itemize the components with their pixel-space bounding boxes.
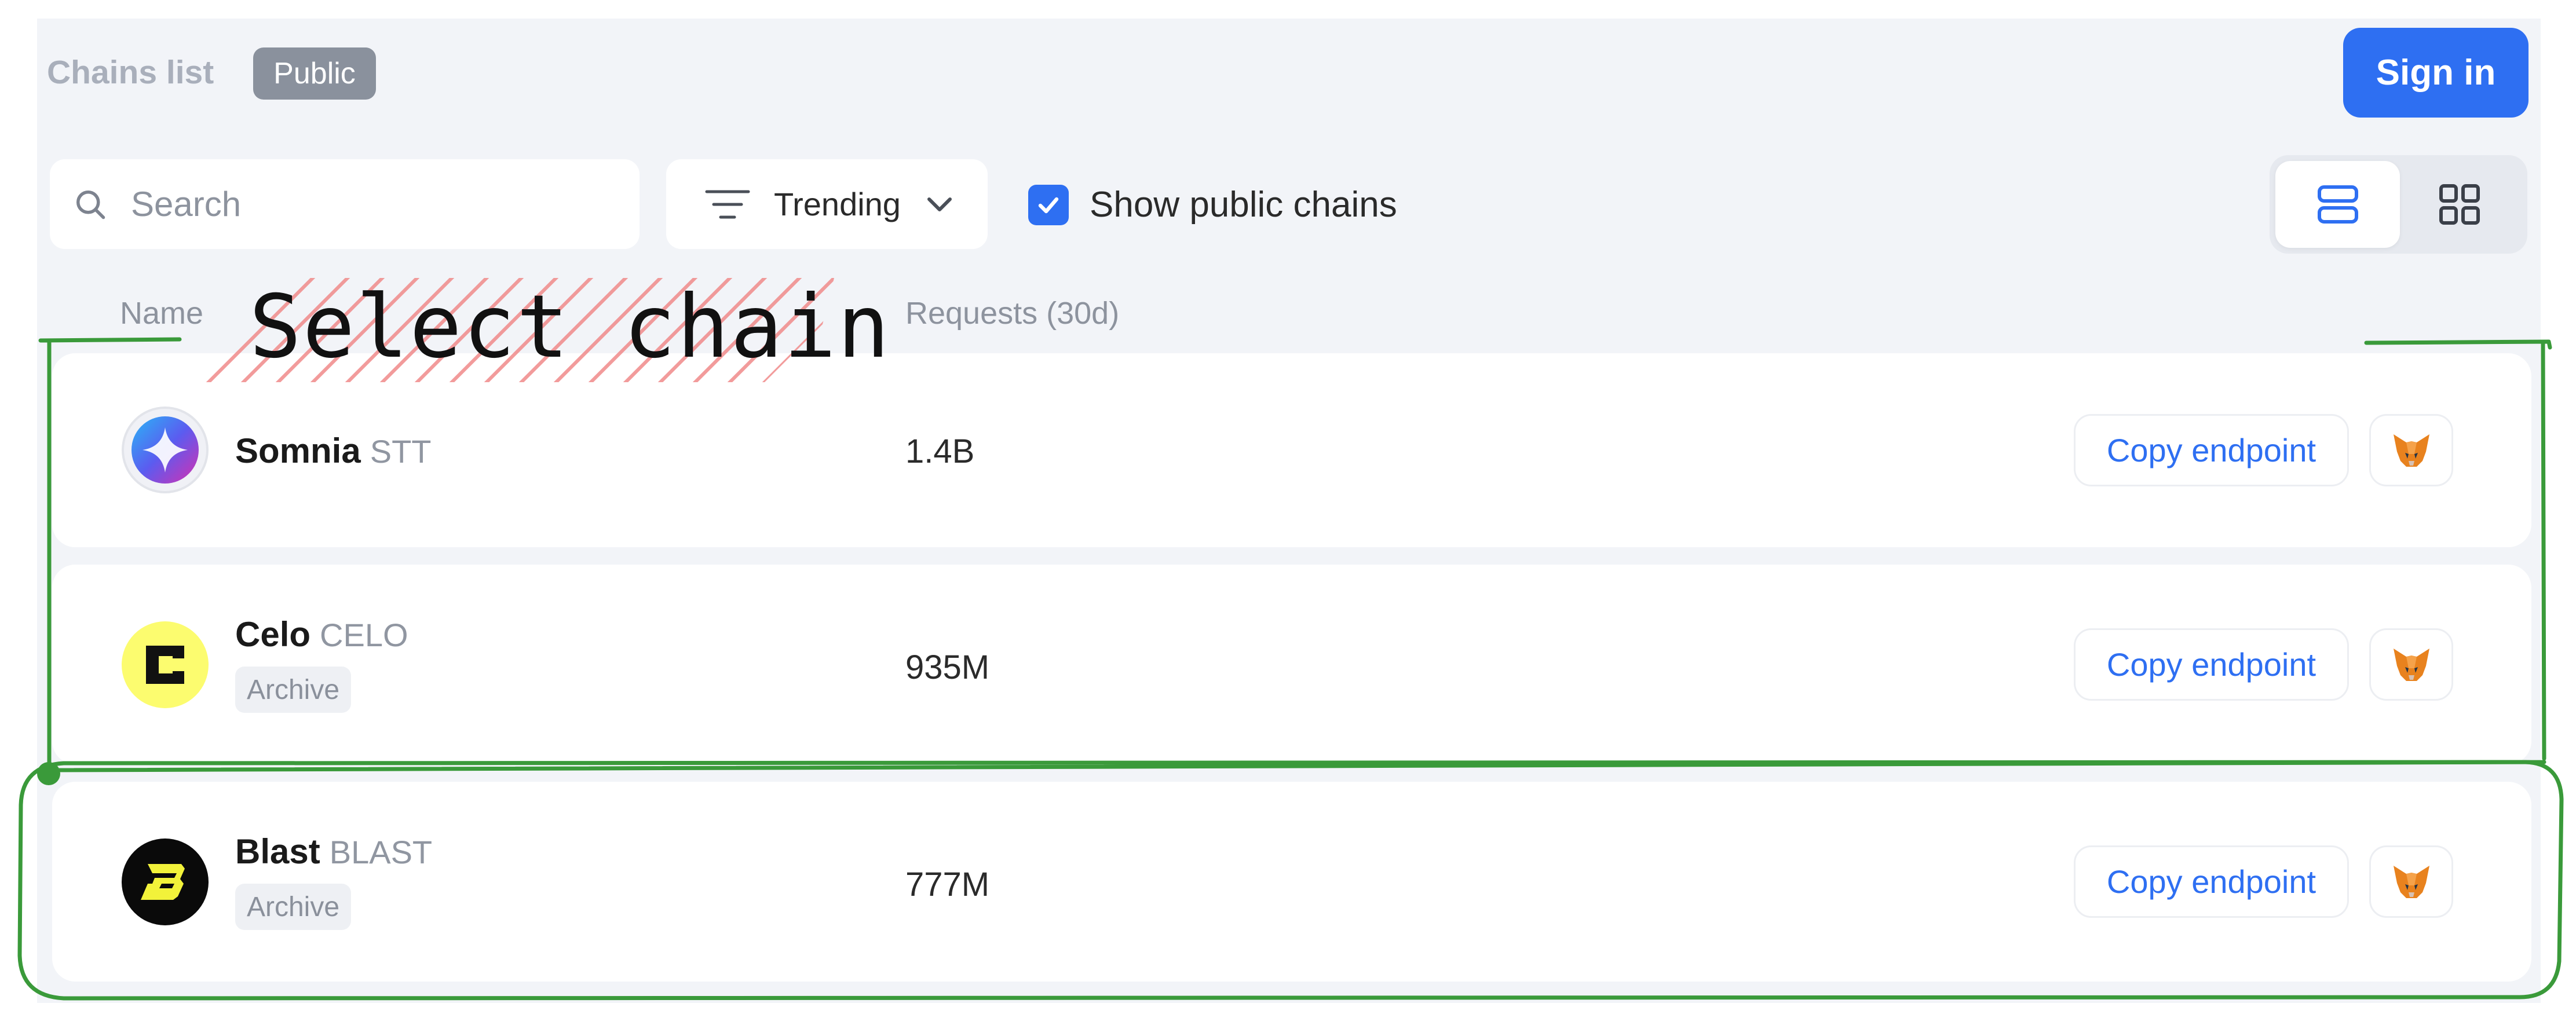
view-toggle bbox=[2270, 155, 2527, 254]
chain-name: Somnia STT bbox=[235, 431, 431, 471]
show-public-toggle[interactable]: Show public chains bbox=[1028, 184, 1397, 225]
check-icon bbox=[1038, 197, 1059, 213]
chain-symbol: STT bbox=[370, 433, 432, 470]
page-title: Chains list bbox=[47, 54, 214, 91]
archive-badge: Archive bbox=[235, 884, 351, 930]
grid-view-icon bbox=[2439, 184, 2480, 225]
metamask-fox-icon bbox=[2393, 865, 2429, 898]
chain-requests: 1.4B bbox=[905, 433, 975, 470]
chain-name: Celo CELO bbox=[235, 614, 408, 654]
list-view-icon bbox=[2317, 185, 2358, 224]
show-public-label: Show public chains bbox=[1090, 185, 1397, 225]
search-icon bbox=[76, 190, 105, 219]
chain-name: Blast BLAST bbox=[235, 832, 432, 871]
metamask-fox-icon bbox=[2393, 648, 2429, 681]
copy-endpoint-button[interactable]: Copy endpoint bbox=[2074, 845, 2349, 918]
list-view-button[interactable] bbox=[2275, 161, 2400, 248]
blast-logo-icon bbox=[122, 838, 209, 925]
filter-icon bbox=[705, 190, 750, 218]
annotation-label: Select chain bbox=[249, 277, 891, 378]
chain-name-text: Celo bbox=[235, 615, 311, 654]
chain-requests: 777M bbox=[905, 866, 990, 903]
sort-dropdown[interactable]: Trending bbox=[666, 159, 988, 249]
chain-requests: 935M bbox=[905, 649, 990, 686]
chain-name-text: Somnia bbox=[235, 431, 361, 470]
sign-in-button[interactable]: Sign in bbox=[2343, 28, 2529, 118]
chain-symbol: BLAST bbox=[329, 834, 433, 870]
grid-view-button[interactable] bbox=[2397, 161, 2522, 248]
add-to-metamask-button[interactable] bbox=[2369, 628, 2453, 701]
copy-endpoint-button[interactable]: Copy endpoint bbox=[2074, 628, 2349, 701]
archive-badge: Archive bbox=[235, 667, 351, 713]
add-to-metamask-button[interactable] bbox=[2369, 414, 2453, 486]
column-header-requests: Requests (30d) bbox=[905, 296, 1120, 331]
chain-name-text: Blast bbox=[235, 832, 320, 871]
chevron-down-icon bbox=[927, 197, 952, 211]
chain-symbol: CELO bbox=[320, 617, 408, 653]
search-input[interactable] bbox=[131, 184, 606, 224]
show-public-checkbox[interactable] bbox=[1028, 184, 1069, 225]
public-badge: Public bbox=[253, 47, 376, 100]
sort-label: Trending bbox=[774, 186, 901, 222]
chain-row-blast[interactable]: Blast BLAST Archive 777M Copy endpoint bbox=[52, 782, 2531, 982]
search-box[interactable] bbox=[50, 159, 640, 249]
chain-row-celo[interactable]: Celo CELO Archive 935M Copy endpoint bbox=[52, 565, 2531, 764]
copy-endpoint-button[interactable]: Copy endpoint bbox=[2074, 414, 2349, 486]
column-header-name: Name bbox=[120, 296, 204, 331]
celo-logo-icon bbox=[122, 621, 209, 708]
metamask-fox-icon bbox=[2393, 434, 2429, 467]
add-to-metamask-button[interactable] bbox=[2369, 845, 2453, 918]
chain-row-somnia[interactable]: Somnia STT 1.4B Copy endpoint bbox=[52, 353, 2531, 547]
somnia-logo-icon bbox=[122, 407, 209, 493]
